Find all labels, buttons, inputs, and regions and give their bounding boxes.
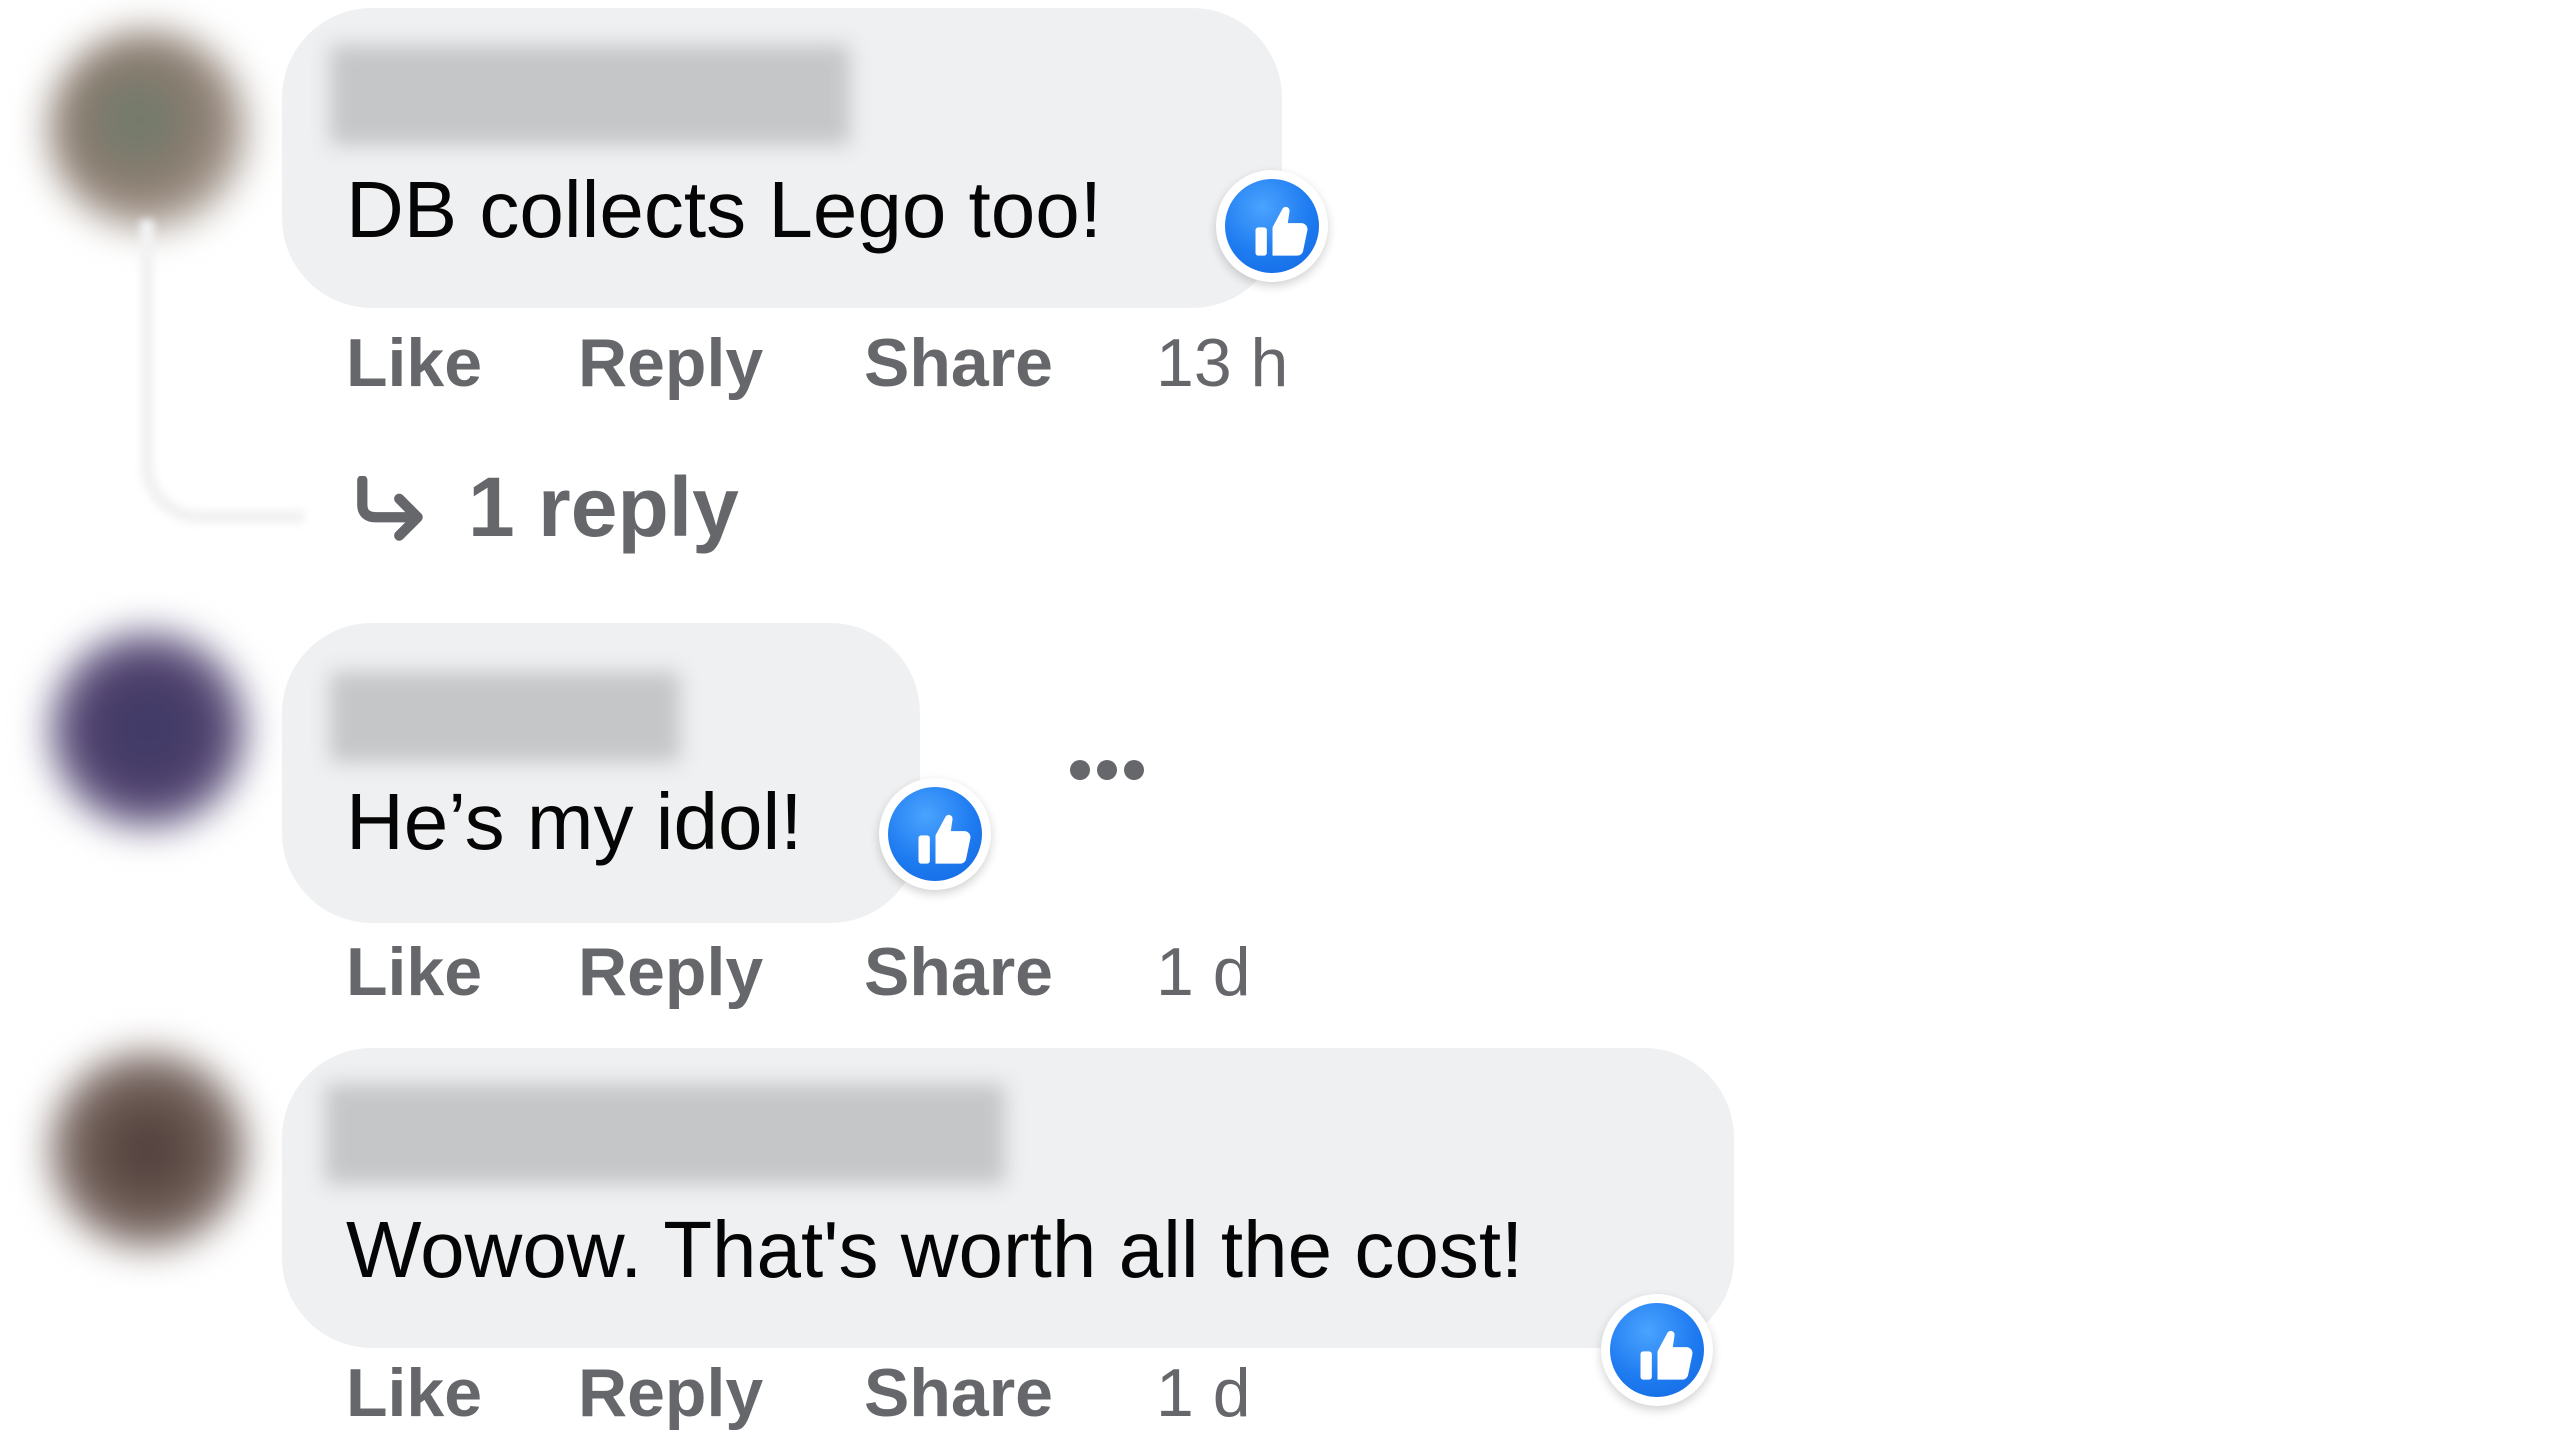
- comment-text: He’s my idol!: [346, 777, 803, 866]
- share-button[interactable]: Share: [864, 323, 1053, 403]
- avatar[interactable]: [48, 630, 248, 830]
- comment-timestamp[interactable]: 1 d: [1156, 932, 1251, 1012]
- comment-timestamp[interactable]: 1 d: [1156, 1353, 1251, 1433]
- thumbs-up-icon: [918, 814, 971, 864]
- like-reaction-badge[interactable]: [879, 778, 991, 890]
- like-reaction-badge[interactable]: [1216, 170, 1328, 282]
- avatar[interactable]: [48, 1050, 248, 1250]
- thumbs-up-icon: [1225, 179, 1319, 273]
- reply-button[interactable]: Reply: [578, 323, 763, 403]
- dot: [1124, 760, 1144, 780]
- thumbs-up-icon: [888, 787, 982, 881]
- reply-arrow-icon: [357, 476, 423, 541]
- more-options-button[interactable]: [1062, 756, 1152, 784]
- share-button[interactable]: Share: [864, 932, 1053, 1012]
- reply-button[interactable]: Reply: [578, 1353, 763, 1433]
- thumbs-up-icon: [1640, 1330, 1693, 1380]
- avatar[interactable]: [48, 30, 248, 230]
- thumbs-up-icon: [1255, 206, 1308, 256]
- comments-panel: DB collects Lego too! Like Reply Share 1…: [0, 0, 2554, 1440]
- thumbs-up-icon: [1610, 1303, 1704, 1397]
- comment-bubble: [282, 623, 920, 923]
- dot: [1070, 760, 1090, 780]
- comment-timestamp[interactable]: 13 h: [1156, 323, 1288, 403]
- like-button[interactable]: Like: [346, 1353, 482, 1433]
- share-button[interactable]: Share: [864, 1353, 1053, 1433]
- thread-connector-line: [140, 220, 304, 524]
- replies-count-label: 1 reply: [468, 460, 739, 554]
- like-button[interactable]: Like: [346, 932, 482, 1012]
- comment-text: DB collects Lego too!: [346, 165, 1102, 254]
- reply-button[interactable]: Reply: [578, 932, 763, 1012]
- commenter-name-redacted[interactable]: [330, 45, 850, 145]
- like-reaction-badge[interactable]: [1601, 1294, 1713, 1406]
- commenter-name-redacted[interactable]: [330, 672, 680, 762]
- dot: [1097, 760, 1117, 780]
- commenter-name-redacted[interactable]: [325, 1084, 1005, 1184]
- comment-text: Wowow. That's worth all the cost!: [346, 1205, 1524, 1294]
- like-button[interactable]: Like: [346, 323, 482, 403]
